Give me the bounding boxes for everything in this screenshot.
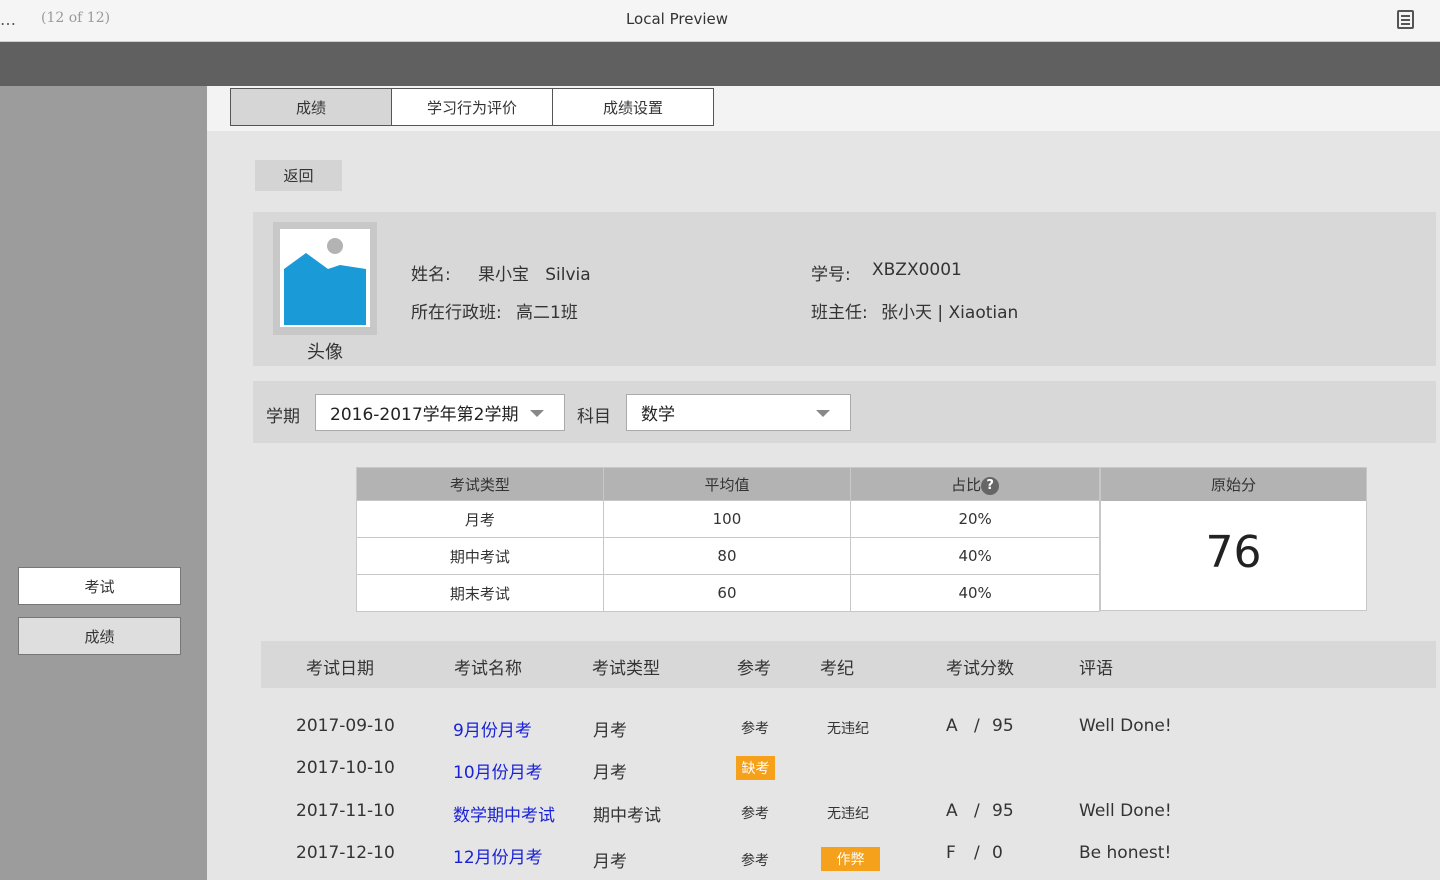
table-row: 月考 100 20% <box>356 500 1100 538</box>
column-header-attendance: 参考 <box>737 659 771 679</box>
class-label: 所在行政班: <box>411 303 502 323</box>
sidebar: 考试 成绩 <box>0 86 207 880</box>
exam-type: 月考 <box>593 852 627 872</box>
comment-text: Well Done! <box>1079 801 1172 821</box>
exam-date: 2017-12-10 <box>296 843 395 863</box>
student-id-value: XBZX0001 <box>872 260 962 280</box>
term-select[interactable]: 2016-2017学年第2学期 <box>315 394 565 431</box>
sidebar-item-grades[interactable]: 成绩 <box>18 617 181 655</box>
score-separator: / <box>974 801 980 821</box>
table-row: 期末考试 60 40% <box>356 574 1100 612</box>
table-row: 2017-11-10 数学期中考试 期中考试 参考 无违纪 A / 95 Wel… <box>261 791 1436 831</box>
student-info-panel: 头像 姓名: 果小宝 Silvia 学号: XBZX0001 所在行政班: 高二… <box>253 212 1436 366</box>
column-header-weight: 占比? <box>850 467 1100 501</box>
teacher-value: 张小天 | Xiaotian <box>881 303 1019 323</box>
column-header-date: 考试日期 <box>306 659 374 679</box>
column-header-comment: 评语 <box>1079 659 1113 679</box>
absent-badge: 缺考 <box>736 756 775 780</box>
student-id-label: 学号: <box>811 265 851 285</box>
document-list-icon[interactable] <box>1397 10 1414 29</box>
column-header-exam-type: 考试类型 <box>592 659 660 679</box>
table-cell: 20% <box>850 500 1100 538</box>
table-cell: 80 <box>602 537 852 575</box>
discipline-status: 无违纪 <box>827 721 869 737</box>
score-separator: / <box>974 843 980 863</box>
exam-type: 期中考试 <box>593 806 661 826</box>
table-cell: 40% <box>850 574 1100 612</box>
exam-date: 2017-11-10 <box>296 801 395 821</box>
student-name-value: 果小宝 Silvia <box>478 265 591 285</box>
table-row: 2017-12-10 12月份月考 月考 参考 作弊 F / 0 Be hone… <box>261 833 1436 873</box>
table-cell: 月考 <box>356 500 604 538</box>
filter-bar: 学期 2016-2017学年第2学期 科目 数学 <box>253 381 1436 443</box>
table-cell: 100 <box>602 500 852 538</box>
score-value: 95 <box>992 801 1014 821</box>
attendance-status: 参考 <box>741 721 769 737</box>
score-grade: F <box>946 843 956 863</box>
exam-name-link[interactable]: 12月份月考 <box>453 843 543 868</box>
column-header-exam-name: 考试名称 <box>454 659 522 679</box>
exam-date: 2017-09-10 <box>296 716 395 736</box>
table-cell: 60 <box>602 574 852 612</box>
tab-grades[interactable]: 成绩 <box>230 88 392 126</box>
subject-select-value: 数学 <box>641 405 675 425</box>
student-name-label: 姓名: <box>411 265 451 285</box>
avatar <box>273 222 377 335</box>
class-value: 高二1班 <box>516 303 578 323</box>
avatar-caption: 头像 <box>307 342 343 363</box>
header-band <box>0 42 1440 86</box>
attendance-status: 参考 <box>741 853 769 869</box>
window-titlebar: … (12 of 12) Local Preview <box>0 0 1440 42</box>
subject-label: 科目 <box>577 407 611 427</box>
cheating-badge: 作弊 <box>821 847 880 871</box>
exam-name-link[interactable]: 10月份月考 <box>453 758 543 783</box>
records-header: 考试日期 考试名称 考试类型 参考 考纪 考试分数 评语 <box>261 641 1436 688</box>
attendance-status: 参考 <box>741 806 769 822</box>
weight-table: 考试类型 平均值 占比? 月考 100 20% 期中考试 80 40% 期末考试… <box>356 467 1100 612</box>
column-header-average: 平均值 <box>602 467 852 501</box>
back-button[interactable]: 返回 <box>255 160 342 191</box>
exam-name-link[interactable]: 数学期中考试 <box>453 801 555 826</box>
teacher-label: 班主任: <box>811 303 868 323</box>
table-cell: 期末考试 <box>356 574 604 612</box>
tab-grade-settings[interactable]: 成绩设置 <box>552 88 714 126</box>
comment-text: Be honest! <box>1079 843 1172 863</box>
exam-type: 月考 <box>593 721 627 741</box>
exam-type: 月考 <box>593 763 627 783</box>
exam-date: 2017-10-10 <box>296 758 395 778</box>
column-header-discipline: 考纪 <box>820 659 854 679</box>
term-label: 学期 <box>266 407 300 427</box>
window-title: Local Preview <box>625 10 729 28</box>
table-cell: 期中考试 <box>356 537 604 575</box>
score-grade: A <box>946 716 958 736</box>
chevron-down-icon <box>530 410 544 417</box>
table-row: 期中考试 80 40% <box>356 537 1100 575</box>
discipline-status: 无违纪 <box>827 806 869 822</box>
question-circle-icon[interactable]: ? <box>981 476 1000 495</box>
subject-select[interactable]: 数学 <box>626 394 851 431</box>
column-header-exam-type: 考试类型 <box>356 467 604 501</box>
score-summary: 考试类型 平均值 占比? 月考 100 20% 期中考试 80 40% 期末考试… <box>356 467 1367 612</box>
raw-score-label: 原始分 <box>1101 468 1366 501</box>
raw-score-value: 76 <box>1205 527 1262 578</box>
raw-score-box: 原始分 76 <box>1100 467 1367 611</box>
comment-text: Well Done! <box>1079 716 1172 736</box>
column-header-score: 考试分数 <box>946 659 1014 679</box>
score-value: 0 <box>992 843 1003 863</box>
sidebar-item-exam[interactable]: 考试 <box>18 567 181 605</box>
tab-behavior-evaluation[interactable]: 学习行为评价 <box>391 88 553 126</box>
score-value: 95 <box>992 716 1014 736</box>
term-select-value: 2016-2017学年第2学期 <box>330 405 519 425</box>
score-grade: A <box>946 801 958 821</box>
table-row: 2017-10-10 10月份月考 月考 缺考 <box>261 748 1436 788</box>
chevron-down-icon <box>816 410 830 417</box>
score-separator: / <box>974 716 980 736</box>
tab-bar: 成绩 学习行为评价 成绩设置 <box>207 86 1440 131</box>
table-cell: 40% <box>850 537 1100 575</box>
image-placeholder-icon <box>283 232 367 325</box>
exam-name-link[interactable]: 9月份月考 <box>453 716 532 741</box>
table-row: 2017-09-10 9月份月考 月考 参考 无违纪 A / 95 Well D… <box>261 706 1436 746</box>
